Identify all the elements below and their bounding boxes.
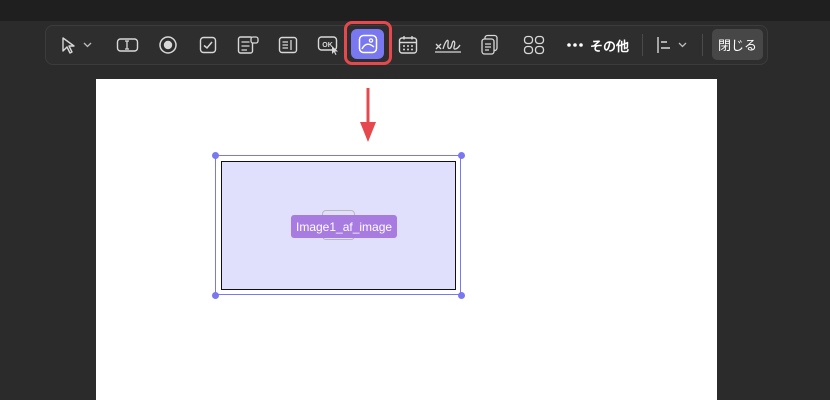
select-tool[interactable] [54,26,98,64]
resize-handle[interactable] [458,152,465,159]
toolbar-divider [702,34,703,56]
text-field-icon [116,38,139,52]
signature-tool[interactable] [432,26,464,64]
list-box-tool[interactable] [274,26,302,64]
image-field-label: Image1_af_image [291,215,398,238]
signature-icon [435,39,461,53]
text-field-tool[interactable] [114,26,142,64]
svg-text:OK: OK [322,42,333,49]
radio-button-tool[interactable] [154,26,182,64]
calendar-icon [398,36,418,54]
image-field-tool[interactable] [351,29,384,59]
ok-button-tool[interactable]: OK [314,26,344,64]
radio-button-icon [159,36,177,54]
align-tool[interactable] [652,26,690,64]
resize-handle[interactable] [212,292,219,299]
close-button[interactable]: 閉じる [712,29,763,60]
chevron-down-icon[interactable] [678,42,687,48]
document-stack-icon [481,34,498,55]
resize-handle[interactable] [458,292,465,299]
checkbox-tool[interactable] [194,26,222,64]
resize-handle[interactable] [212,152,219,159]
document-tool[interactable] [476,26,504,64]
grid-tool[interactable] [520,26,548,64]
list-box-icon [278,36,298,54]
arrow-down-icon [360,88,376,142]
form-toolbar: OK その他 [45,25,768,65]
pointer-icon [61,37,75,54]
grid-icon [523,35,545,55]
combo-box-tool[interactable] [234,26,262,64]
more-button[interactable]: その他 [566,26,634,64]
more-label: その他 [590,38,630,54]
align-left-icon [656,37,670,53]
date-field-tool[interactable] [394,26,422,64]
image-field-icon [358,34,377,54]
button-field-icon: OK [317,36,338,55]
chevron-down-icon[interactable] [83,42,92,48]
combo-box-icon [237,36,259,54]
more-dots-icon [567,43,583,47]
window-top-bar [0,0,830,21]
toolbar-divider [642,34,643,56]
checkbox-icon [199,36,217,54]
